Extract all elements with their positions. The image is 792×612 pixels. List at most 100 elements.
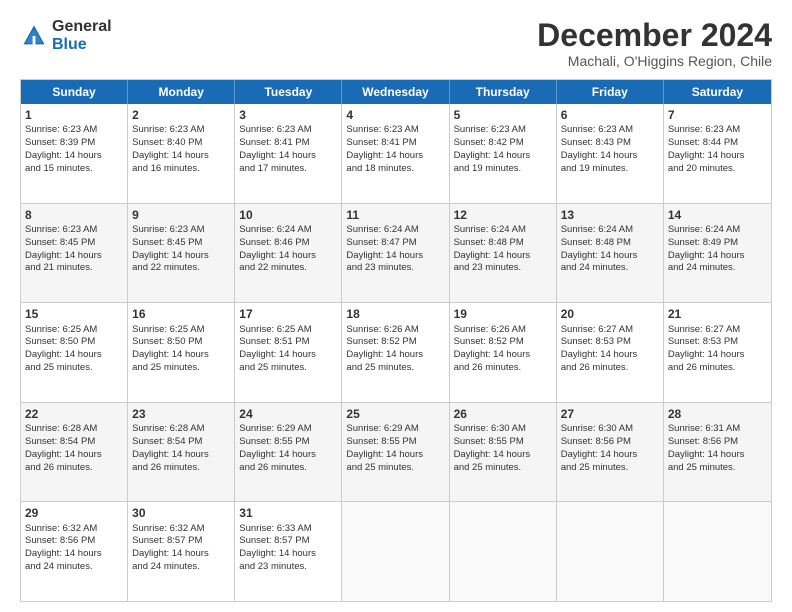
calendar-day-cell: 9Sunrise: 6:23 AM Sunset: 8:45 PM Daylig… [128, 204, 235, 303]
calendar-day-cell: 29 Sunrise: 6:32 AM Sunset: 8:56 PM Dayli… [21, 502, 128, 601]
calendar-day-header: Thursday [450, 80, 557, 104]
day-info: Sunrise: 6:30 AM Sunset: 8:55 PM Dayligh… [454, 423, 531, 472]
day-info: Sunrise: 6:25 AM Sunset: 8:50 PM Dayligh… [132, 324, 209, 373]
day-info: Sunrise: 6:25 AM Sunset: 8:51 PM Dayligh… [239, 324, 316, 373]
calendar-day-cell: 7Sunrise: 6:23 AM Sunset: 8:44 PM Daylig… [664, 104, 771, 203]
day-number: 27 [561, 406, 659, 422]
day-info: Sunrise: 6:23 AM Sunset: 8:43 PM Dayligh… [561, 124, 638, 173]
day-number: 17 [239, 306, 337, 322]
calendar-day-header: Monday [128, 80, 235, 104]
calendar-day-cell: 14Sunrise: 6:24 AM Sunset: 8:49 PM Dayli… [664, 204, 771, 303]
day-number: 25 [346, 406, 444, 422]
day-number: 11 [346, 207, 444, 223]
calendar-week-row: 8 Sunrise: 6:23 AM Sunset: 8:45 PM Daylig… [21, 203, 771, 303]
calendar-day-cell: 5Sunrise: 6:23 AM Sunset: 8:42 PM Daylig… [450, 104, 557, 203]
day-number: 14 [668, 207, 767, 223]
logo-icon [20, 22, 48, 50]
calendar-day-header: Sunday [21, 80, 128, 104]
day-info: Sunrise: 6:26 AM Sunset: 8:52 PM Dayligh… [454, 324, 531, 373]
calendar-day-cell: 17 Sunrise: 6:25 AM Sunset: 8:51 PM Dayli… [235, 303, 342, 402]
calendar-body: 1Sunrise: 6:23 AM Sunset: 8:39 PM Daylig… [21, 104, 771, 601]
calendar-day-cell: 26Sunrise: 6:30 AM Sunset: 8:55 PM Dayli… [450, 403, 557, 502]
calendar-day-cell: 4Sunrise: 6:23 AM Sunset: 8:41 PM Daylig… [342, 104, 449, 203]
calendar-day-cell: 31Sunrise: 6:33 AM Sunset: 8:57 PM Dayli… [235, 502, 342, 601]
calendar-day-cell: 28Sunrise: 6:31 AM Sunset: 8:56 PM Dayli… [664, 403, 771, 502]
day-info: Sunrise: 6:23 AM Sunset: 8:42 PM Dayligh… [454, 124, 531, 173]
day-number: 3 [239, 107, 337, 123]
day-info: Sunrise: 6:23 AM Sunset: 8:44 PM Dayligh… [668, 124, 745, 173]
day-number: 16 [132, 306, 230, 322]
calendar-day-cell: 6Sunrise: 6:23 AM Sunset: 8:43 PM Daylig… [557, 104, 664, 203]
day-number: 9 [132, 207, 230, 223]
calendar-day-cell: 3Sunrise: 6:23 AM Sunset: 8:41 PM Daylig… [235, 104, 342, 203]
calendar-day-cell: 27Sunrise: 6:30 AM Sunset: 8:56 PM Dayli… [557, 403, 664, 502]
day-number: 19 [454, 306, 552, 322]
day-number: 28 [668, 406, 767, 422]
calendar-day-cell: 23Sunrise: 6:28 AM Sunset: 8:54 PM Dayli… [128, 403, 235, 502]
day-info: Sunrise: 6:29 AM Sunset: 8:55 PM Dayligh… [239, 423, 316, 472]
calendar-week-row: 15 Sunrise: 6:25 AM Sunset: 8:50 PM Dayli… [21, 302, 771, 402]
day-number: 29 [25, 505, 123, 521]
day-number: 20 [561, 306, 659, 322]
calendar-day-cell: 20 Sunrise: 6:27 AM Sunset: 8:53 PM Dayli… [557, 303, 664, 402]
calendar-day-cell: 16 Sunrise: 6:25 AM Sunset: 8:50 PM Dayli… [128, 303, 235, 402]
day-number: 26 [454, 406, 552, 422]
logo-blue-text: Blue [52, 36, 112, 54]
day-number: 6 [561, 107, 659, 123]
calendar-day-cell: 18 Sunrise: 6:26 AM Sunset: 8:52 PM Dayli… [342, 303, 449, 402]
day-info: Sunrise: 6:29 AM Sunset: 8:55 PM Dayligh… [346, 423, 423, 472]
calendar-day-cell: 2Sunrise: 6:23 AM Sunset: 8:40 PM Daylig… [128, 104, 235, 203]
day-info: Sunrise: 6:32 AM Sunset: 8:57 PM Dayligh… [132, 523, 209, 572]
calendar-day-header: Friday [557, 80, 664, 104]
day-number: 15 [25, 306, 123, 322]
calendar-day-cell: 21Sunrise: 6:27 AM Sunset: 8:53 PM Dayli… [664, 303, 771, 402]
day-info: Sunrise: 6:27 AM Sunset: 8:53 PM Dayligh… [561, 324, 638, 373]
day-number: 23 [132, 406, 230, 422]
calendar-day-cell: 8Sunrise: 6:23 AM Sunset: 8:45 PM Daylig… [21, 204, 128, 303]
calendar-day-header: Wednesday [342, 80, 449, 104]
subtitle: Machali, O'Higgins Region, Chile [537, 53, 772, 69]
calendar-day-cell: 24Sunrise: 6:29 AM Sunset: 8:55 PM Dayli… [235, 403, 342, 502]
day-info: Sunrise: 6:24 AM Sunset: 8:46 PM Dayligh… [239, 224, 316, 273]
day-info: Sunrise: 6:28 AM Sunset: 8:54 PM Dayligh… [25, 423, 102, 472]
calendar-day-cell: 1Sunrise: 6:23 AM Sunset: 8:39 PM Daylig… [21, 104, 128, 203]
day-info: Sunrise: 6:26 AM Sunset: 8:52 PM Dayligh… [346, 324, 423, 373]
day-number: 2 [132, 107, 230, 123]
calendar-empty-cell [450, 502, 557, 601]
day-number: 8 [25, 207, 123, 223]
calendar-day-cell: 25Sunrise: 6:29 AM Sunset: 8:55 PM Dayli… [342, 403, 449, 502]
calendar-day-cell: 11Sunrise: 6:24 AM Sunset: 8:47 PM Dayli… [342, 204, 449, 303]
day-info: Sunrise: 6:32 AM Sunset: 8:56 PM Dayligh… [25, 523, 102, 572]
logo-general-text: General [52, 18, 112, 36]
logo-text: General Blue [52, 18, 112, 53]
day-number: 5 [454, 107, 552, 123]
day-number: 13 [561, 207, 659, 223]
calendar-day-cell: 30 Sunrise: 6:32 AM Sunset: 8:57 PM Dayli… [128, 502, 235, 601]
calendar-empty-cell [664, 502, 771, 601]
day-info: Sunrise: 6:23 AM Sunset: 8:41 PM Dayligh… [346, 124, 423, 173]
logo: General Blue [20, 18, 112, 53]
day-info: Sunrise: 6:23 AM Sunset: 8:45 PM Dayligh… [132, 224, 209, 273]
calendar: SundayMondayTuesdayWednesdayThursdayFrid… [20, 79, 772, 602]
calendar-week-row: 29 Sunrise: 6:32 AM Sunset: 8:56 PM Dayli… [21, 501, 771, 601]
day-info: Sunrise: 6:25 AM Sunset: 8:50 PM Dayligh… [25, 324, 102, 373]
calendar-empty-cell [557, 502, 664, 601]
calendar-day-header: Tuesday [235, 80, 342, 104]
calendar-day-cell: 13Sunrise: 6:24 AM Sunset: 8:48 PM Dayli… [557, 204, 664, 303]
calendar-day-cell: 15 Sunrise: 6:25 AM Sunset: 8:50 PM Dayli… [21, 303, 128, 402]
day-info: Sunrise: 6:24 AM Sunset: 8:48 PM Dayligh… [561, 224, 638, 273]
calendar-week-row: 1Sunrise: 6:23 AM Sunset: 8:39 PM Daylig… [21, 104, 771, 203]
day-number: 18 [346, 306, 444, 322]
header: General Blue December 2024 Machali, O'Hi… [20, 18, 772, 69]
day-info: Sunrise: 6:23 AM Sunset: 8:41 PM Dayligh… [239, 124, 316, 173]
day-number: 30 [132, 505, 230, 521]
calendar-empty-cell [342, 502, 449, 601]
month-title: December 2024 [537, 18, 772, 53]
day-info: Sunrise: 6:24 AM Sunset: 8:49 PM Dayligh… [668, 224, 745, 273]
title-block: December 2024 Machali, O'Higgins Region,… [537, 18, 772, 69]
calendar-day-cell: 10Sunrise: 6:24 AM Sunset: 8:46 PM Dayli… [235, 204, 342, 303]
day-number: 12 [454, 207, 552, 223]
day-info: Sunrise: 6:23 AM Sunset: 8:39 PM Dayligh… [25, 124, 102, 173]
calendar-header: SundayMondayTuesdayWednesdayThursdayFrid… [21, 80, 771, 104]
day-info: Sunrise: 6:31 AM Sunset: 8:56 PM Dayligh… [668, 423, 745, 472]
